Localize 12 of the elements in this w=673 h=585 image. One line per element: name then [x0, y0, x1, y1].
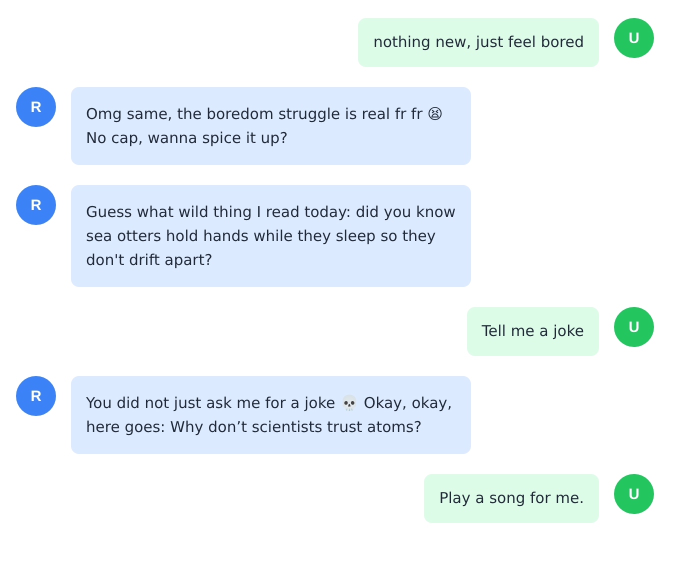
user-message: nothing new, just feel bored [358, 18, 599, 67]
avatar: U [614, 474, 654, 514]
bot-message: Omg same, the boredom struggle is real fr fr 😫 No cap, wanna spice it up? [71, 87, 471, 165]
avatar: R [16, 87, 56, 127]
avatar: U [614, 307, 654, 347]
bot-message: You did not just ask me for a joke 💀 Okay, okay, here goes: Why don’t scientists trust atoms? [71, 376, 471, 454]
avatar: R [16, 185, 56, 225]
user-message: Tell me a joke [466, 307, 599, 356]
avatar: U [614, 18, 654, 58]
bot-message: Guess what wild thing I read today: did you know sea otters hold hands while they sleep so they don't drift apart? [71, 185, 471, 287]
avatar: R [16, 376, 56, 416]
user-message: Play a song for me. [424, 474, 599, 523]
